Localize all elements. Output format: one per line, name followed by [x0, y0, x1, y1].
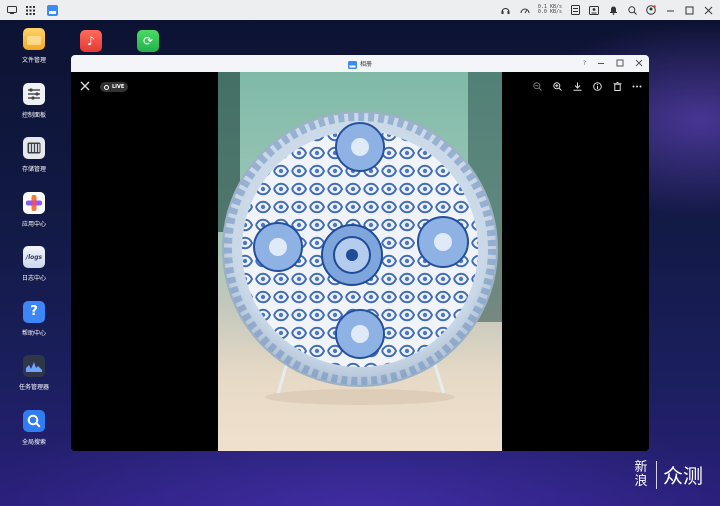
photos-window: 相册 ? LIVE: [71, 55, 649, 451]
user-account-icon[interactable]: [645, 4, 657, 16]
sina-watermark: 新 浪 众测: [632, 460, 703, 489]
global-search-icon: [23, 409, 45, 432]
window-title: 相册: [359, 61, 372, 68]
desktop-icon-help-center[interactable]: ? 帮助中心: [14, 300, 54, 356]
watermark-char-2: 浪: [634, 473, 648, 489]
app-grid-icon[interactable]: [24, 4, 36, 16]
restore-icon[interactable]: [683, 4, 695, 16]
delete-trash-icon[interactable]: [612, 81, 622, 91]
music-app-icon[interactable]: ♪: [80, 30, 102, 52]
info-icon[interactable]: [592, 81, 602, 91]
desktop-icon-task-manager[interactable]: 任务管理器: [14, 355, 54, 410]
desktop-icon-column: 文件管理 控制面板 存储管理 应用中心 /logs 日志中心 ? 帮助中心 任务…: [14, 28, 54, 464]
net-download-speed: 0.0 KB/s: [537, 9, 562, 15]
close-viewer-icon[interactable]: [80, 81, 90, 94]
window-titlebar[interactable]: 相册 ?: [71, 55, 649, 72]
live-photo-badge[interactable]: LIVE: [100, 82, 129, 92]
desktop-icon-label: 帮助中心: [21, 329, 46, 337]
download-icon[interactable]: [572, 81, 582, 91]
live-photo-icon: [104, 84, 109, 90]
speedometer-icon[interactable]: [519, 4, 531, 16]
watermark-char-1: 新: [634, 459, 648, 475]
desktop-icon-label: 控制面板: [21, 111, 46, 119]
id-card-icon[interactable]: [588, 4, 600, 16]
close-icon[interactable]: [702, 4, 714, 16]
desktop-icon-log-center[interactable]: /logs 日志中心: [14, 246, 54, 301]
watermark-text: 众测: [663, 464, 703, 488]
app-center-icon: [23, 191, 45, 214]
sync-app-icon[interactable]: ⟳: [137, 30, 159, 52]
minimize-all-icon[interactable]: [664, 4, 676, 16]
show-desktop-icon[interactable]: [6, 4, 18, 16]
more-options-icon[interactable]: [632, 81, 642, 91]
task-monitor-icon: [23, 355, 45, 377]
close-window-icon[interactable]: [635, 59, 643, 69]
desktop-icon-label: 任务管理器: [18, 384, 49, 391]
minimize-window-icon[interactable]: [597, 59, 605, 69]
photos-title-icon: [347, 55, 357, 73]
network-speed[interactable]: 0.1 KB/s 0.0 KB/s: [538, 5, 562, 15]
watermark-divider: [656, 460, 657, 489]
control-panel-icon: [23, 82, 45, 105]
maximize-window-icon[interactable]: [616, 59, 624, 69]
logs-icon: /logs: [23, 246, 45, 268]
live-badge-label: LIVE: [112, 84, 125, 90]
desktop-icon-label: 全局搜索: [21, 438, 46, 446]
viewer-toolbar: [532, 81, 642, 91]
desktop-icon-file-manager[interactable]: 文件管理: [14, 28, 54, 83]
storage-drive-icon: [23, 137, 45, 159]
watermark-logo: 新 浪: [632, 459, 650, 489]
desktop-icon-label: 应用中心: [21, 220, 46, 228]
desktop-icon-control-panel[interactable]: 控制面板: [14, 82, 54, 138]
question-mark-icon: ?: [23, 300, 45, 323]
desktop-icon-label: 文件管理: [21, 57, 46, 64]
photos-app-icon[interactable]: [46, 4, 58, 16]
zoom-in-icon[interactable]: [552, 81, 562, 91]
search-icon[interactable]: [626, 4, 638, 16]
desktop-icon-app-center[interactable]: 应用中心: [14, 191, 54, 247]
photo-viewer: LIVE: [71, 72, 649, 451]
desktop-icon-label: 存储管理: [21, 166, 46, 173]
headset-icon[interactable]: [500, 4, 512, 16]
system-taskbar: 0.1 KB/s 0.0 KB/s: [0, 0, 720, 20]
server-monitor-icon[interactable]: [569, 4, 581, 16]
photo-image[interactable]: [218, 72, 502, 451]
folder-icon: [23, 28, 45, 50]
zoom-out-icon[interactable]: [532, 81, 542, 91]
help-button[interactable]: ?: [583, 60, 586, 67]
desktop-icon-storage-manager[interactable]: 存储管理: [14, 137, 54, 192]
desktop-icon-global-search[interactable]: 全局搜索: [14, 409, 54, 465]
notification-bell-icon[interactable]: [607, 4, 619, 16]
desktop-icon-label: 日志中心: [21, 275, 46, 282]
